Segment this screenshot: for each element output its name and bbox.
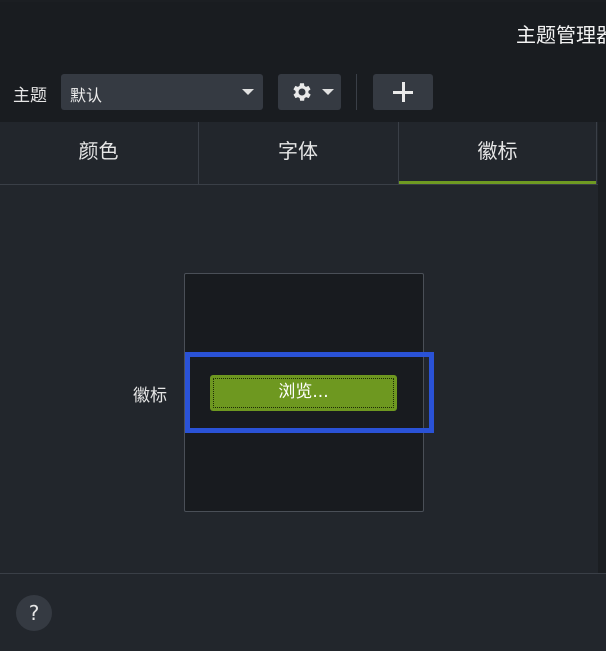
title-bar: 主题管理器 — [0, 2, 606, 61]
help-button[interactable]: ? — [16, 595, 52, 631]
window-title: 主题管理器 — [516, 23, 606, 47]
logo-label: 徽标 — [133, 386, 167, 406]
tab-colors[interactable]: 颜色 — [0, 122, 197, 184]
settings-menu-button[interactable] — [278, 74, 341, 110]
theme-label: 主题 — [13, 86, 47, 106]
theme-select[interactable]: 默认 — [61, 74, 263, 110]
browse-button-label: 浏览... — [278, 382, 329, 402]
tab-logo[interactable]: 徽标 — [398, 122, 597, 184]
theme-select-value: 默认 — [70, 86, 103, 105]
logo-panel: 徽标 浏览... — [0, 185, 598, 573]
chevron-down-icon — [322, 89, 334, 95]
toolbar-divider — [356, 74, 357, 110]
add-theme-button[interactable] — [373, 74, 433, 110]
gear-icon — [293, 83, 311, 101]
theme-toolbar: 主题 默认 — [0, 61, 606, 122]
theme-manager-window: 主题管理器 主题 默认 颜色 字体 徽标 徽标 浏览... ? — [0, 0, 606, 651]
tab-fonts[interactable]: 字体 — [198, 122, 397, 184]
footer: ? — [0, 573, 606, 651]
chevron-down-icon — [242, 89, 254, 95]
browse-button[interactable]: 浏览... — [210, 375, 397, 411]
tab-bar: 颜色 字体 徽标 — [0, 122, 598, 185]
scrollbar-track[interactable] — [598, 122, 606, 573]
